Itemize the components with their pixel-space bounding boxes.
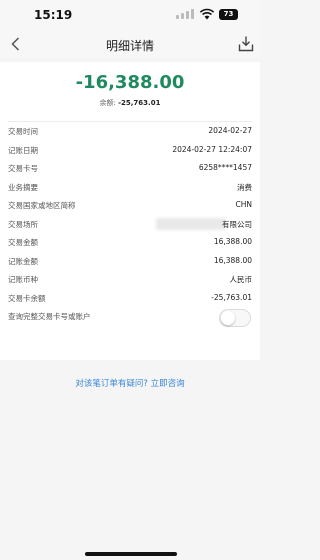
nav-bar: 明细详情 [0,30,260,58]
status-time: 15:19 [34,8,73,22]
inquiry-link[interactable]: 对该笔订单有疑问? 立即咨询 [0,377,260,389]
row-value: 2024-02-27 12:24:07 [172,144,252,154]
page-title: 明细详情 [105,39,154,53]
row-value: 6258****1457 [198,163,252,172]
row-label: 记账币种 [8,275,38,284]
row-value: 16,388.00 [213,237,252,246]
row-label: 记账金额 [8,256,38,266]
wifi-icon [199,8,215,20]
detail-row-transaction-time: 交易时间 2024-02-27 [0,122,260,141]
row-label: 记账日期 [8,145,38,155]
row-label: 交易金额 [8,238,38,247]
row-value: 有限公司 [222,219,252,229]
row-label: 交易卡号 [8,164,38,173]
detail-row-posting-date: 记账日期 2024-02-27 12:24:07 [0,141,260,160]
detail-row-country: 交易国家或地区简称 CHN [0,196,260,215]
full-card-number-toggle-row: 查询完整交易卡号或账户 [0,307,260,327]
detail-row-transaction-amount: 交易金额 16,388.00 [0,233,260,252]
redacted-merchant-name [156,217,226,230]
row-value: 人民币 [229,275,253,284]
home-indicator [85,552,177,556]
balance-label: 余额: [99,99,116,107]
full-card-number-toggle[interactable] [219,309,251,327]
battery-icon: 73 [219,9,238,20]
status-bar: 15:19 73 [0,0,260,30]
row-value: 16,388.00 [213,255,252,265]
row-value: -25,763.01 [211,292,252,302]
row-value: 2024-02-27 [208,126,252,135]
row-label: 交易卡余额 [8,293,46,303]
toggle-knob [221,311,235,325]
download-icon[interactable] [238,35,254,52]
row-label: 交易时间 [8,127,38,136]
detail-row-card-number: 交易卡号 6258****1457 [0,159,260,178]
balance-value: -25,763.01 [118,99,161,107]
balance-line: 余额: -25,763.01 [0,98,260,108]
detail-row-posted-amount: 记账金额 16,388.00 [0,252,260,271]
detail-row-currency: 记账币种 人民币 [0,270,260,289]
detail-list: 交易时间 2024-02-27 记账日期 2024-02-27 12:24:07… [0,122,260,327]
row-label: 交易国家或地区简称 [8,201,76,210]
row-value: 消费 [237,182,252,192]
transaction-amount: -16,388.00 [75,72,185,93]
row-label: 交易场所 [8,219,38,229]
detail-row-summary: 业务摘要 消费 [0,178,260,197]
transaction-card: -16,388.00 余额: -25,763.01 交易时间 2024-02-2… [0,62,260,360]
signal-icon [176,9,194,19]
detail-row-card-balance: 交易卡余额 -25,763.01 [0,289,260,308]
row-label: 业务摘要 [8,182,38,192]
toggle-label: 查询完整交易卡号或账户 [8,312,91,321]
row-value: CHN [235,200,253,209]
detail-row-merchant: 交易场所 有限公司 [0,215,260,234]
